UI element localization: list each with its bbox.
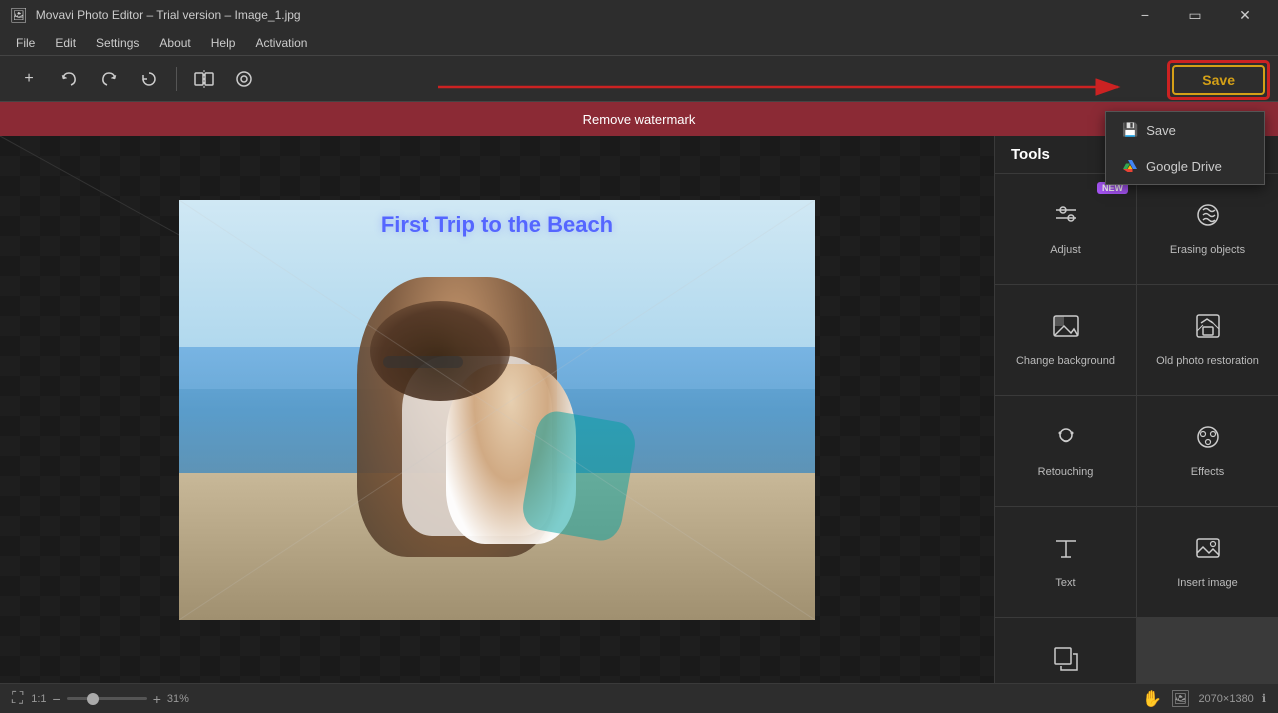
tool-text[interactable]: Text: [995, 507, 1136, 617]
text-label: Text: [1055, 576, 1075, 590]
add-button[interactable]: +: [12, 62, 46, 96]
menu-help[interactable]: Help: [201, 33, 246, 53]
erasing-icon: [1193, 200, 1223, 235]
adjust-icon: [1051, 200, 1081, 235]
maximize-button[interactable]: ▭: [1172, 0, 1218, 30]
zoom-controls: 1:1 − + 31%: [31, 691, 189, 707]
fullscreen-button[interactable]: ⛶: [12, 690, 23, 708]
tool-effects[interactable]: Effects: [1137, 396, 1278, 506]
statusbar: ⛶ 1:1 − + 31% ✋ 🖼 2070×1380 ℹ: [0, 683, 1278, 713]
tool-old-photo[interactable]: Old photo restoration: [1137, 285, 1278, 395]
titlebar: 🖼 Movavi Photo Editor – Trial version – …: [0, 0, 1278, 30]
main-area: First Trip to the Beach Tools NEW: [0, 136, 1278, 683]
tools-panel: Tools NEW Adjust: [994, 136, 1278, 683]
info-icon: ℹ: [1262, 692, 1266, 705]
image-info-button[interactable]: 🖼: [1170, 689, 1190, 709]
image-dimensions: 2070×1380: [1198, 693, 1253, 705]
watermark-bar[interactable]: Remove watermark: [0, 102, 1278, 136]
zoom-slider[interactable]: [67, 697, 147, 700]
save-highlight: Save 💾 Save Google Drive: [1167, 60, 1270, 100]
tool-change-background[interactable]: Change background: [995, 285, 1136, 395]
app-icon: 🖼: [10, 7, 28, 24]
insert-icon: [1193, 533, 1223, 568]
menu-activation[interactable]: Activation: [245, 33, 317, 53]
erasing-label: Erasing objects: [1170, 243, 1245, 257]
compare-button[interactable]: [187, 62, 221, 96]
google-drive-icon: [1122, 158, 1138, 174]
refresh-button[interactable]: [132, 62, 166, 96]
size-icon: [1051, 644, 1081, 679]
zoom-ratio: 1:1: [31, 693, 46, 705]
redo-button[interactable]: [92, 62, 126, 96]
tool-adjust[interactable]: NEW Adjust: [995, 174, 1136, 284]
menubar: File Edit Settings About Help Activation: [0, 30, 1278, 56]
effects-label: Effects: [1191, 465, 1224, 479]
toolbar-separator: [176, 67, 177, 91]
close-button[interactable]: ✕: [1222, 0, 1268, 30]
tools-grid: NEW Adjust: [995, 174, 1278, 683]
menu-edit[interactable]: Edit: [45, 33, 86, 53]
tool-erasing-objects[interactable]: Erasing objects: [1137, 174, 1278, 284]
zoom-in-button[interactable]: +: [153, 691, 161, 707]
retouch-icon: [1051, 422, 1081, 457]
menu-about[interactable]: About: [149, 33, 200, 53]
bg-label: Change background: [1016, 354, 1115, 368]
save-dropdown: 💾 Save Google Drive: [1105, 111, 1265, 185]
minimize-button[interactable]: −: [1122, 0, 1168, 30]
save-icon: 💾: [1122, 122, 1138, 138]
menu-settings[interactable]: Settings: [86, 33, 149, 53]
toolbar: + Save 💾 Save: [0, 56, 1278, 102]
adjust-label: Adjust: [1050, 243, 1081, 257]
window-title: Movavi Photo Editor – Trial version – Im…: [36, 8, 1122, 22]
preview-button[interactable]: [227, 62, 261, 96]
tool-insert-image[interactable]: Insert image: [1137, 507, 1278, 617]
retouch-label: Retouching: [1038, 465, 1094, 479]
tool-retouching[interactable]: Retouching: [995, 396, 1136, 506]
effects-icon: [1193, 422, 1223, 457]
zoom-level: 31%: [167, 693, 189, 705]
save-dropdown-save[interactable]: 💾 Save: [1106, 112, 1264, 148]
photo-simulation: [179, 200, 815, 620]
undo-button[interactable]: [52, 62, 86, 96]
restore-label: Old photo restoration: [1156, 354, 1259, 368]
photo-title: First Trip to the Beach: [179, 212, 815, 238]
photo-container: First Trip to the Beach: [179, 200, 815, 620]
annotation-arrow: [438, 68, 1138, 106]
restore-icon: [1193, 311, 1223, 346]
text-icon: [1051, 533, 1081, 568]
canvas-area[interactable]: First Trip to the Beach: [0, 136, 994, 683]
watermark-text: Remove watermark: [583, 112, 696, 127]
window-controls: − ▭ ✕: [1122, 0, 1268, 30]
save-dropdown-gdrive[interactable]: Google Drive: [1106, 148, 1264, 184]
bg-icon: [1051, 311, 1081, 346]
hand-tool-button[interactable]: ✋: [1142, 689, 1162, 709]
zoom-out-button[interactable]: −: [53, 691, 61, 707]
photo-wrapper: First Trip to the Beach: [179, 200, 815, 620]
tool-size[interactable]: Size: [995, 618, 1136, 683]
insert-label: Insert image: [1177, 576, 1238, 590]
save-button[interactable]: Save: [1172, 65, 1265, 95]
menu-file[interactable]: File: [6, 33, 45, 53]
